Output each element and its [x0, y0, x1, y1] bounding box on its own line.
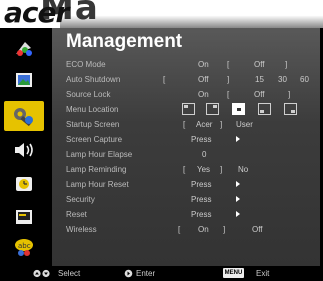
management-panel: Management ECO Mode On [ Off ] Auto Shut…	[52, 28, 320, 266]
bracket-close: ]	[220, 165, 223, 174]
submenu-arrow-icon	[236, 181, 240, 187]
startup-screen-label: Startup Screen	[66, 120, 120, 129]
wireless-off-option[interactable]: Off	[252, 225, 263, 234]
security-row[interactable]: Security Press	[52, 193, 320, 207]
enter-arrow-icon	[124, 269, 133, 278]
reset-label: Reset	[66, 210, 87, 219]
eco-mode-row[interactable]: ECO Mode On [ Off ]	[52, 58, 320, 72]
eco-off-option[interactable]: Off	[254, 60, 265, 69]
up-down-arrows-icon	[33, 269, 50, 278]
menu-location-row[interactable]: Menu Location	[52, 103, 320, 117]
speaker-audio-icon[interactable]	[11, 138, 37, 162]
bracket-open: [	[227, 60, 230, 69]
reset-press[interactable]: Press	[191, 210, 211, 219]
bracket-open: [	[178, 225, 181, 234]
wireless-row[interactable]: Wireless [ On ] Off	[52, 223, 320, 237]
startup-acer-option[interactable]: Acer	[196, 120, 212, 129]
footer-hints: Select Enter MENU Exit	[0, 266, 323, 281]
select-hint: Select	[58, 269, 81, 278]
startup-screen-row[interactable]: Startup Screen [ Acer ] User	[52, 118, 320, 132]
auto-shutdown-row[interactable]: Auto Shutdown [ Off ] 15 30 60	[52, 73, 320, 87]
wireless-on-option[interactable]: On	[198, 225, 209, 234]
source-lock-off-option[interactable]: Off	[254, 90, 265, 99]
lamp-reminding-yes-option[interactable]: Yes	[197, 165, 210, 174]
lamp-reminding-row[interactable]: Lamp Reminding [ Yes ] No	[52, 163, 320, 177]
lamp-hour-elapse-label: Lamp Hour Elapse	[66, 150, 133, 159]
lamp-reminding-label: Lamp Reminding	[66, 165, 127, 174]
projector-osd: Ma acer abc Management ECO Mode On [Off…	[0, 0, 323, 281]
bracket-open: [	[227, 90, 230, 99]
menu-location-label: Menu Location	[66, 105, 119, 114]
submenu-arrow-icon	[236, 211, 240, 217]
bracket-close: ]	[227, 75, 230, 84]
header-strip: Ma acer	[0, 0, 323, 29]
color-wheel-icon[interactable]	[11, 36, 37, 60]
source-lock-label: Source Lock	[66, 90, 111, 99]
exit-hint: Exit	[256, 269, 270, 278]
menu-location-bottom-left-icon[interactable]	[258, 103, 271, 115]
security-label: Security	[66, 195, 95, 204]
panel-title: Management	[66, 31, 183, 52]
screen-capture-label: Screen Capture	[66, 135, 123, 144]
menu-location-center-icon[interactable]	[232, 103, 245, 115]
bracket-open: [	[163, 75, 166, 84]
lamp-hour-elapse-value: 0	[202, 150, 207, 159]
submenu-arrow-icon	[236, 196, 240, 202]
lamp-hour-reset-label: Lamp Hour Reset	[66, 180, 129, 189]
screen-capture-press[interactable]: Press	[191, 135, 211, 144]
shutdown-30-option[interactable]: 30	[278, 75, 287, 84]
header-fade	[60, 0, 323, 28]
enter-hint: Enter	[136, 269, 156, 278]
auto-shutdown-label: Auto Shutdown	[66, 75, 121, 84]
eco-on-option[interactable]: On	[198, 60, 209, 69]
startup-user-option[interactable]: User	[236, 120, 253, 129]
menu-key-icon: MENU	[223, 268, 244, 278]
lamp-hour-elapse-row: Lamp Hour Elapse 0	[52, 148, 320, 162]
screen-display-icon[interactable]	[11, 205, 37, 229]
sidebar: abc	[0, 28, 50, 266]
source-lock-on-option[interactable]: On	[198, 90, 209, 99]
menu-location-top-right-icon[interactable]	[206, 103, 219, 115]
submenu-arrow-icon	[236, 136, 240, 142]
shutdown-60-option[interactable]: 60	[300, 75, 309, 84]
shutdown-off-option[interactable]: Off	[198, 75, 209, 84]
security-press[interactable]: Press	[191, 195, 211, 204]
source-lock-row[interactable]: Source Lock On [ Off ]	[52, 88, 320, 102]
settings-management-icon[interactable]	[4, 101, 44, 131]
lamp-hour-reset-row[interactable]: Lamp Hour Reset Press	[52, 178, 320, 192]
wireless-label: Wireless	[66, 225, 97, 234]
shutdown-15-option[interactable]: 15	[255, 75, 264, 84]
screen-capture-row[interactable]: Screen Capture Press	[52, 133, 320, 147]
bracket-close: ]	[223, 225, 226, 234]
image-picture-icon[interactable]	[11, 68, 37, 92]
acer-logo: acer	[4, 0, 69, 29]
lamp-reminding-no-option[interactable]: No	[238, 165, 248, 174]
lamp-hour-reset-press[interactable]: Press	[191, 180, 211, 189]
bracket-close: ]	[220, 120, 223, 129]
menu-location-bottom-right-icon[interactable]	[284, 103, 297, 115]
language-globe-icon[interactable]: abc	[11, 235, 37, 259]
bracket-open: [	[183, 165, 186, 174]
reset-row[interactable]: Reset Press	[52, 208, 320, 222]
clock-timer-icon[interactable]	[11, 172, 37, 196]
bracket-close: ]	[288, 90, 291, 99]
eco-mode-label: ECO Mode	[66, 60, 106, 69]
svg-text:abc: abc	[18, 242, 31, 250]
menu-location-top-left-icon[interactable]	[182, 103, 195, 115]
bracket-close: ]	[285, 60, 288, 69]
bracket-open: [	[183, 120, 186, 129]
